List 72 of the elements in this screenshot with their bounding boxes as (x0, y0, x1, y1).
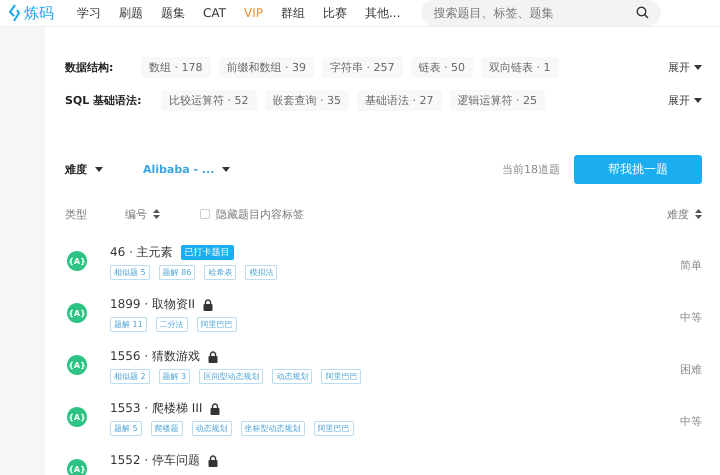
hide-tags-checkbox[interactable]: 隐藏题目内容标签 (200, 206, 304, 222)
problem-tag[interactable]: 爬楼题 (150, 421, 183, 436)
problem-tag[interactable]: 题解 5 (110, 421, 142, 436)
search-icon[interactable] (636, 6, 650, 19)
lock-icon (203, 298, 214, 310)
problem-count: 当前18道题 (502, 162, 560, 176)
nav-link[interactable]: 学习 (68, 4, 110, 22)
sort-icon (695, 209, 702, 219)
nav-link[interactable]: CAT (194, 6, 235, 20)
problem-tag[interactable]: 题解 86 (158, 265, 196, 280)
problem-tag[interactable]: 模拟法 (245, 265, 278, 280)
problem-type-icon: {A} (67, 355, 87, 375)
column-header: 类型 (65, 206, 88, 222)
filter-tag[interactable]: 字符串 · 257 (322, 57, 402, 78)
filter-tag[interactable]: 双向链表 · 1 (481, 57, 558, 78)
filter-tag[interactable]: 逻辑运算符 · 25 (450, 90, 545, 111)
search-field[interactable]: 搜索题目、标签、题集 (421, 0, 662, 26)
problem-title[interactable]: 1553 · 爬楼梯 III (110, 400, 202, 417)
filter-tag[interactable]: 链表 · 50 (410, 57, 473, 78)
expand-toggle[interactable]: 展开 (668, 60, 702, 75)
caret-icon (694, 65, 702, 70)
filter-tag[interactable]: 比较运算符 · 52 (161, 90, 256, 111)
problem-tag[interactable]: 二分法 (156, 317, 188, 332)
filter-label: 数据结构: (65, 60, 114, 75)
problem-tag[interactable]: 相似题 5 (110, 265, 150, 280)
problem-title[interactable]: 1556 · 猜数游戏 (110, 348, 200, 365)
filter-tag[interactable]: 数组 · 178 (141, 57, 210, 78)
checked-in-badge: 已打卡题目 (180, 245, 234, 260)
problem-tag[interactable]: 阿里巴巴 (196, 317, 237, 332)
lock-icon (210, 402, 220, 414)
nav-link[interactable]: 比赛 (314, 4, 356, 22)
problem-tag[interactable]: 动态规划 (272, 369, 312, 384)
problem-type-icon: {A} (67, 459, 87, 475)
caret-icon (95, 166, 103, 172)
problem-type-icon: {A} (67, 303, 87, 323)
nav-link[interactable]: 其他... (356, 4, 410, 22)
problem-tag[interactable]: 哈希表 (204, 265, 236, 280)
difficulty-label: 中等 (679, 310, 702, 325)
lock-icon (208, 350, 218, 362)
expand-toggle[interactable]: 展开 (668, 93, 702, 108)
filter-tag[interactable]: 嵌套查询 · 35 (264, 90, 349, 111)
problem-tag[interactable]: 阿里巴巴 (314, 421, 354, 436)
filter-label: SQL 基础语法: (65, 93, 143, 108)
problem-tag[interactable]: 区间型动态规划 (199, 369, 264, 384)
difficulty-label: 简单 (679, 258, 702, 273)
nav-link[interactable]: 刷题 (110, 4, 152, 22)
filter-tag[interactable]: 基础语法 · 27 (357, 90, 442, 111)
filter-tag[interactable]: 前缀和数组 · 39 (218, 57, 314, 78)
difficulty-label: 困难 (679, 362, 702, 377)
logo-icon (8, 4, 20, 22)
nav-link[interactable]: 题集 (152, 4, 194, 22)
problem-title[interactable]: 1899 · 取物资II (110, 296, 196, 313)
difficulty-sort-header[interactable]: 难度 (667, 206, 702, 222)
problem-title[interactable]: 46 · 主元素 (110, 244, 173, 261)
sort-icon (153, 209, 160, 219)
problem-tag[interactable]: 题解 11 (110, 317, 147, 332)
problem-tag[interactable]: 相似题 2 (110, 369, 150, 384)
lock-icon (208, 454, 218, 466)
problem-tag[interactable]: 坐标型动态规划 (240, 421, 305, 436)
difficulty-label: 中等 (679, 414, 702, 429)
number-sort-header[interactable]: 编号 (125, 206, 200, 222)
company-dropdown[interactable]: Alibaba - ... (143, 162, 230, 176)
problem-tag[interactable]: 题解 3 (158, 369, 190, 384)
problem-type-icon: {A} (67, 251, 87, 271)
problem-tag[interactable]: 阿里巴巴 (321, 369, 362, 384)
caret-icon (694, 98, 702, 103)
problem-type-icon: {A} (67, 407, 87, 427)
nav-link[interactable]: 群组 (272, 4, 314, 22)
caret-icon (222, 166, 230, 172)
problem-tag[interactable]: 动态规划 (192, 421, 232, 436)
problem-title[interactable]: 1552 · 停车问题 (110, 452, 200, 469)
difficulty-dropdown[interactable]: 难度 (65, 162, 103, 176)
